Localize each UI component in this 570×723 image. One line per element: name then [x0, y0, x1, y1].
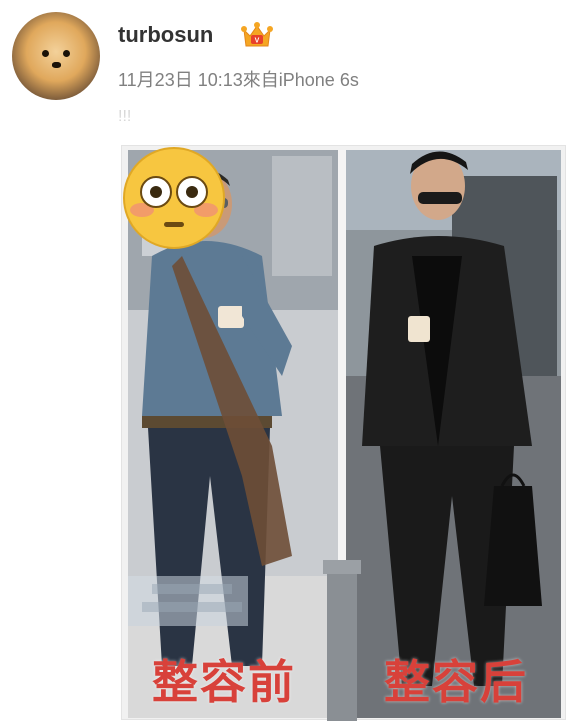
- post-source[interactable]: 來自iPhone 6s: [243, 70, 359, 90]
- post-text: !!!: [118, 108, 132, 125]
- caption-before: 整容前: [152, 655, 296, 709]
- post-username[interactable]: turbosun: [118, 22, 213, 48]
- avatar-nose: [52, 62, 61, 68]
- caption-after: 整容后: [384, 655, 528, 709]
- avatar-eye-left: [42, 50, 49, 57]
- user-avatar[interactable]: [12, 12, 100, 100]
- post-timestamp[interactable]: 11月23日 10:13: [118, 70, 243, 90]
- flushed-face-emoji: [123, 147, 225, 249]
- crown-vip-icon[interactable]: V: [240, 20, 274, 50]
- avatar-eye-right: [63, 50, 70, 57]
- post-meta: 11月23日 10:13來自iPhone 6s: [118, 66, 359, 92]
- svg-text:V: V: [255, 38, 260, 45]
- post-image[interactable]: 整容前 整容后: [121, 145, 566, 721]
